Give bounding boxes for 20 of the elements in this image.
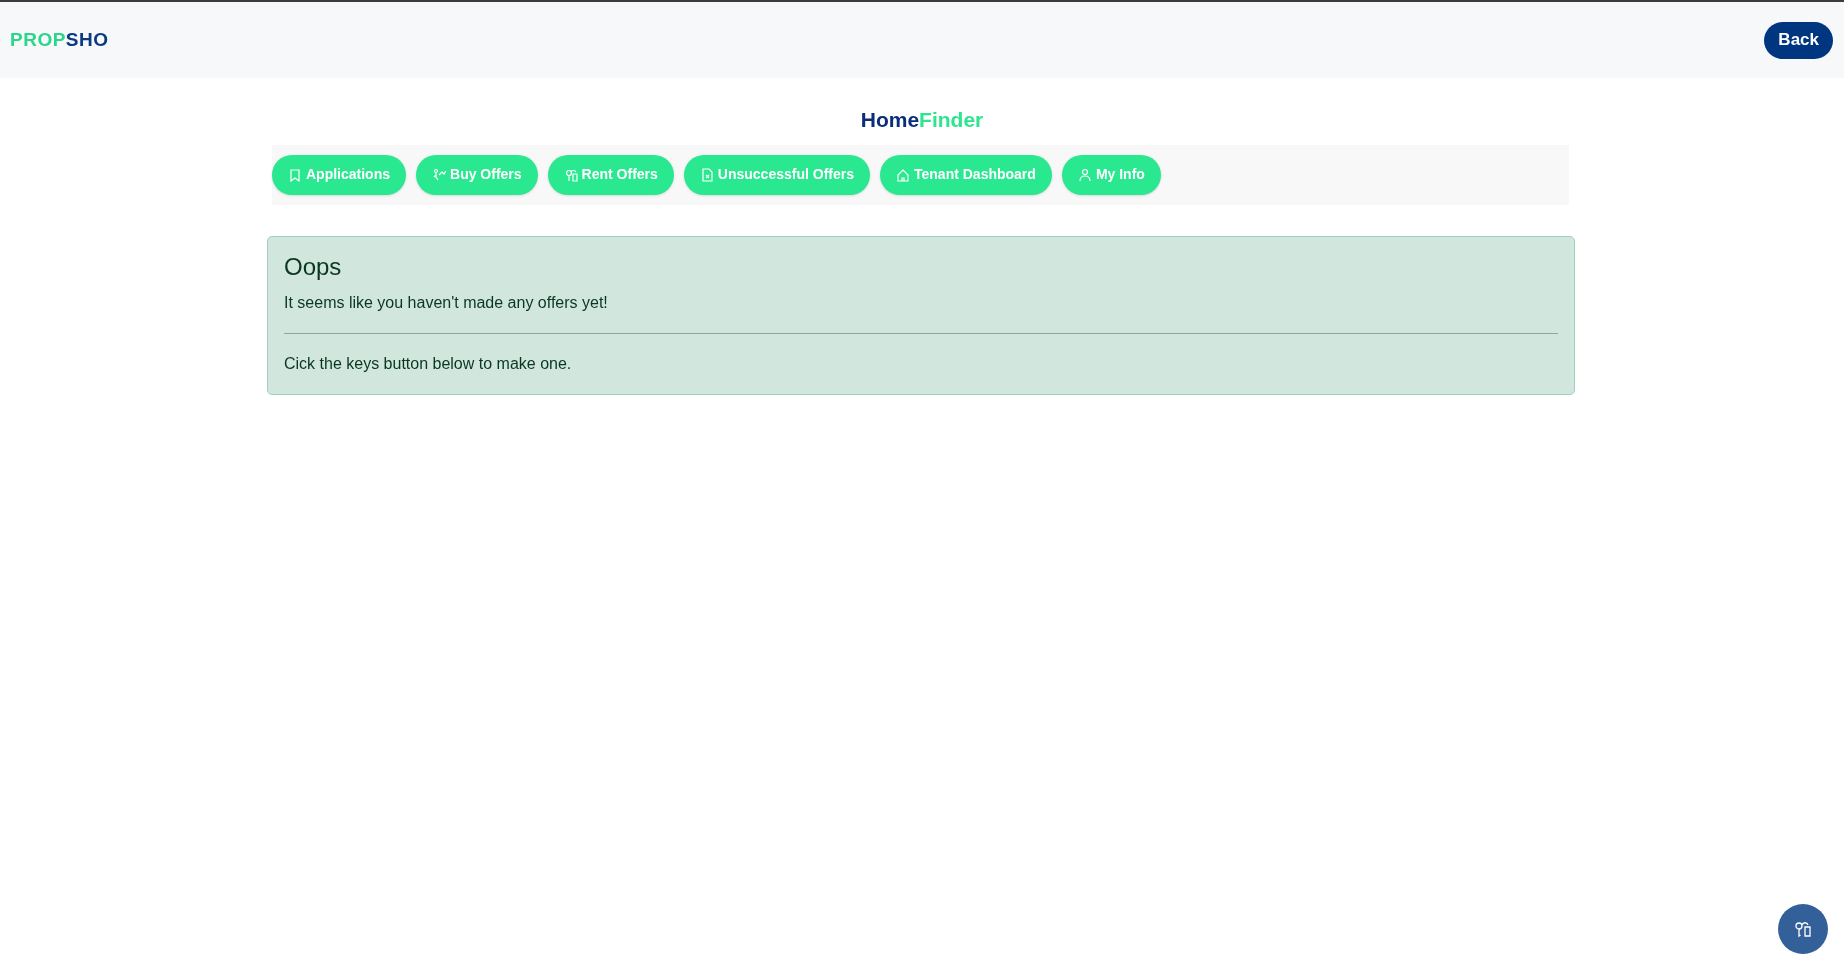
file-cross-icon bbox=[699, 167, 714, 182]
nav-tab[interactable]: Applications bbox=[272, 154, 406, 195]
page-title: HomeFinder bbox=[860, 107, 984, 133]
person-icon bbox=[1077, 167, 1092, 182]
person-chart-icon bbox=[432, 167, 446, 182]
nav-tab[interactable]: Buy Offers bbox=[416, 154, 538, 195]
alert-message: It seems like you haven't made any offers yet! bbox=[284, 293, 609, 314]
bookmark-icon bbox=[288, 167, 302, 182]
nav-tab[interactable]: My Info bbox=[1061, 154, 1161, 195]
keys-icon bbox=[563, 167, 578, 182]
house-icon bbox=[896, 167, 910, 182]
nav-tab[interactable]: Tenant Dashboard bbox=[880, 154, 1052, 195]
back-button[interactable]: Back bbox=[1764, 21, 1833, 59]
keys-icon bbox=[1794, 920, 1812, 938]
nav-tab[interactable]: Rent Offers bbox=[547, 154, 674, 195]
keys-button[interactable] bbox=[1778, 904, 1828, 954]
alert-heading: Oops bbox=[284, 252, 343, 282]
nav-tab[interactable]: Unsuccessful Offers bbox=[683, 154, 870, 195]
logo[interactable]: PROPSHO bbox=[10, 25, 109, 55]
alert-hint: Cick the keys button below to make one. bbox=[284, 354, 573, 375]
